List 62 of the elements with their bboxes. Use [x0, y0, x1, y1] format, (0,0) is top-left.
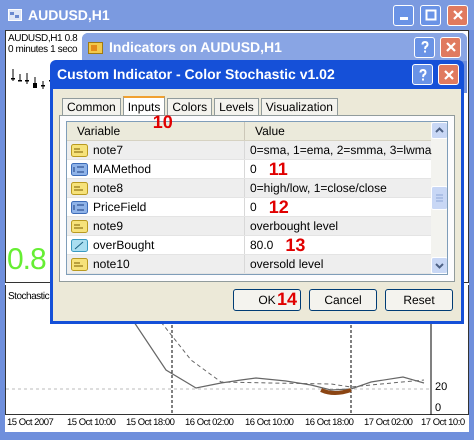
string-type-icon — [71, 256, 88, 272]
table-cell-text: MAMethod — [93, 161, 152, 178]
annotation-number: 14 — [277, 290, 298, 308]
tab[interactable]: Levels — [214, 98, 259, 115]
axis-label: 16 Oct 02:00 — [185, 416, 234, 430]
table-cell-text: 0=high/low, 1=close/close — [250, 180, 387, 197]
axis-label: 16 Oct 18:00 — [305, 416, 354, 430]
table-cell-text: note8 — [93, 180, 124, 197]
integer-type-icon — [71, 162, 88, 176]
axis-label: 0 — [435, 403, 442, 414]
table-cell-text: 80.0 — [250, 237, 274, 254]
axis-label: 16 Oct 10:00 — [245, 416, 294, 430]
table-cell-text: overbought level — [250, 218, 338, 235]
axis-label: 15 Oct 10:00 — [67, 416, 116, 430]
max-button[interactable] — [420, 4, 441, 26]
dialog-button[interactable]: Reset — [385, 289, 453, 311]
string-type-icon — [71, 218, 88, 234]
annotation-number: 12 — [268, 198, 289, 216]
annotation-number: 11 — [268, 160, 288, 178]
axis-label: 15 Oct 18:00 — [126, 416, 174, 430]
tab[interactable]: Inputs — [122, 96, 166, 115]
min-button[interactable] — [393, 4, 414, 26]
tab[interactable]: Visualization — [260, 98, 338, 115]
indicator-label: Stochastic — [8, 290, 50, 304]
table-cell-text: overBought — [93, 237, 154, 254]
price-text: 0.8 — [7, 245, 46, 275]
axis-label: 20 — [435, 382, 448, 393]
dialog-button[interactable]: Cancel — [309, 289, 377, 311]
table-cell-text: PriceField — [93, 199, 146, 216]
string-type-icon — [71, 180, 88, 196]
window-icon — [8, 9, 22, 21]
integer-type-icon — [71, 200, 88, 214]
table-cell-text: 0 — [250, 199, 257, 216]
chart-timer-text: 0 minutes 1 seco — [8, 44, 78, 56]
close-button[interactable] — [440, 36, 461, 58]
tab[interactable]: Common — [62, 98, 121, 115]
table-cell-text: 0=sma, 1=ema, 2=smma, 3=lwma — [250, 142, 432, 159]
axis-label: 15 Oct 2007 — [7, 416, 54, 430]
help-button[interactable] — [414, 36, 435, 58]
tab[interactable]: Colors — [167, 98, 212, 115]
close-button[interactable] — [447, 4, 468, 26]
close-button[interactable] — [438, 64, 459, 85]
table-cell-text: 0 — [250, 161, 257, 178]
window-title: AUDUSD,H1 — [28, 6, 111, 24]
axis-label: 17 Oct 02:00 — [364, 416, 412, 430]
minimize-icon — [400, 17, 408, 20]
dialog-title: Indicators on AUDUSD,H1 — [109, 38, 283, 56]
table-cell-text: note9 — [93, 218, 124, 235]
table-cell-text: note10 — [93, 256, 130, 273]
column-header[interactable]: Value — [245, 122, 432, 140]
maximize-icon — [422, 7, 438, 23]
axis-label: 17 Oct 10:0 — [421, 416, 465, 430]
folder-icon — [88, 40, 104, 54]
table-cell-text: oversold level — [250, 256, 324, 273]
chart-symbol-text: AUDUSD,H1 0.8 — [8, 33, 78, 44]
help-button[interactable] — [412, 64, 433, 85]
dialog-title: Custom Indicator - Color Stochastic v1.02 — [57, 65, 336, 84]
string-type-icon — [71, 142, 88, 158]
table-cell-text: note7 — [93, 142, 124, 159]
scrollbar[interactable] — [431, 122, 447, 274]
annotation-number: 13 — [285, 236, 306, 254]
decimal-type-icon — [71, 238, 88, 252]
